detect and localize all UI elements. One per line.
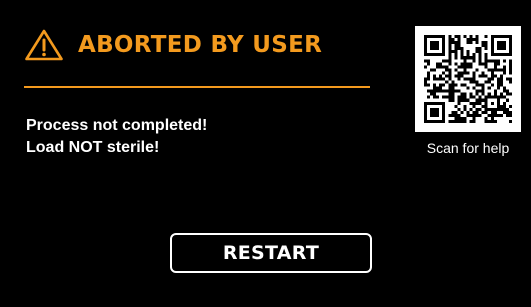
help-qr-code (415, 26, 521, 132)
message-load-not-sterile: Load NOT sterile! (26, 139, 160, 156)
abort-screen: ABORTED BY USER Process not completed! L… (0, 0, 531, 307)
status-messages: Process not completed! Load NOT sterile! (26, 115, 207, 159)
status-header: ABORTED BY USER (24, 28, 322, 62)
restart-button[interactable]: RESTART (170, 233, 372, 273)
status-title: ABORTED BY USER (78, 32, 323, 58)
warning-triangle-icon (25, 29, 63, 61)
header-divider (24, 86, 370, 88)
message-process-not-completed: Process not completed! (26, 117, 208, 134)
qr-code-icon (424, 35, 512, 123)
qr-caption: Scan for help (426, 140, 510, 156)
